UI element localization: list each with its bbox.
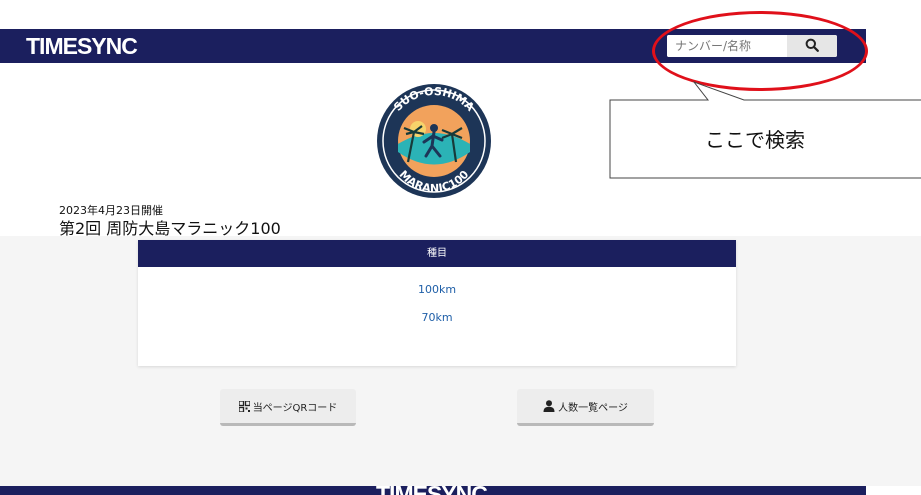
search-box	[667, 35, 837, 57]
category-link-100km[interactable]: 100km	[138, 283, 736, 296]
person-icon	[543, 400, 555, 412]
qr-code-button[interactable]: 当ページQRコード	[220, 389, 356, 426]
category-panel-header: 種目	[138, 240, 736, 267]
footer-bar: TIMESYNC	[0, 486, 866, 495]
participants-button[interactable]: 人数一覧ページ	[517, 389, 654, 426]
callout-text: ここで検索	[705, 128, 805, 152]
event-logo: SUO-OSHIMA MARANIC100	[377, 84, 491, 198]
category-panel: 種目 100km 70km	[138, 240, 736, 366]
search-button[interactable]	[787, 35, 837, 57]
header-bar: TIMESYNC	[0, 29, 866, 63]
footer-brand: TIMESYNC	[376, 486, 488, 495]
brand-logo[interactable]: TIMESYNC	[26, 33, 138, 60]
participants-button-label: 人数一覧ページ	[558, 402, 628, 414]
qr-code-button-label: 当ページQRコード	[252, 402, 338, 414]
qr-code-icon	[238, 400, 250, 412]
category-link-70km[interactable]: 70km	[138, 311, 736, 324]
search-icon	[805, 38, 819, 52]
search-input[interactable]	[667, 35, 785, 57]
